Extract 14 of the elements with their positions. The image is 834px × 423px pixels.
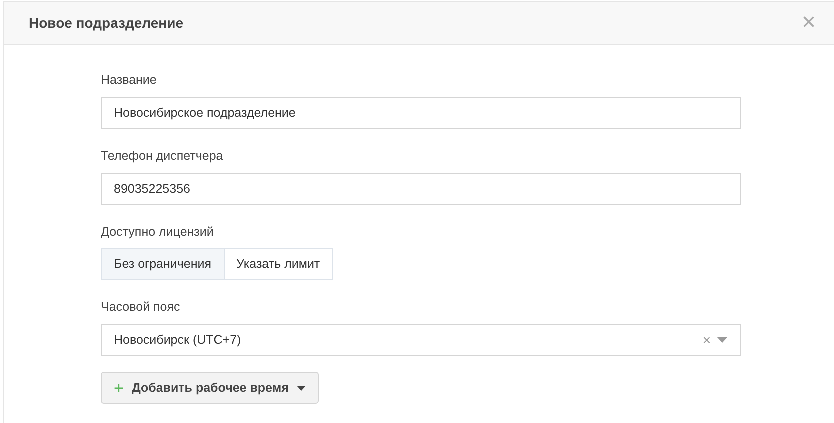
select-value: Новосибирск (UTC+7) xyxy=(114,332,242,349)
caret-icon[interactable] xyxy=(717,337,728,343)
field-label: Название xyxy=(101,72,158,89)
input-field[interactable]: Новосибирское подразделение xyxy=(101,96,741,129)
add-working-time-button[interactable]: + Добавить рабочее время xyxy=(101,372,319,404)
field-label: Часовой пояс xyxy=(101,299,182,316)
segment-button[interactable]: Без ограничения xyxy=(101,248,225,280)
segment-button[interactable]: Указать лимит xyxy=(224,248,334,280)
dialog-title: Новое подразделение xyxy=(29,14,184,33)
field-label: Телефон диспетчера xyxy=(101,148,224,165)
input-field[interactable]: 89035225356 xyxy=(101,172,741,204)
timezone-select[interactable]: Новосибирск (UTC+7) × xyxy=(101,324,741,356)
field-label: Доступно лицензий xyxy=(101,224,215,241)
caret-icon xyxy=(296,386,306,390)
